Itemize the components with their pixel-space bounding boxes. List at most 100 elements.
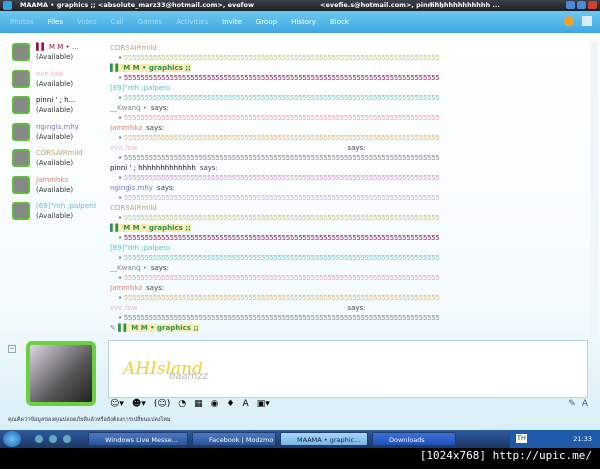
nav-activities: Activities bbox=[176, 18, 209, 26]
message-text: 5555555555555555555555555555555555555555… bbox=[110, 213, 590, 223]
message-header: eve.fow says: bbox=[110, 303, 590, 313]
contact-status: (Available) bbox=[36, 132, 74, 141]
chat-scrollbar[interactable] bbox=[590, 41, 598, 336]
nav-block[interactable]: Block bbox=[330, 18, 349, 26]
message-text: 5555555555555555555555555555555555555555… bbox=[110, 153, 590, 163]
collapse-button[interactable]: − bbox=[8, 345, 16, 353]
contact-avatar bbox=[12, 96, 30, 114]
sender-name: ▌▌ M M • graphics ;; bbox=[110, 224, 191, 232]
language-indicator[interactable]: TH bbox=[516, 434, 527, 443]
message-header: eve.fow says: bbox=[110, 143, 590, 153]
typing-name: ▌▌ M M • graphics ;; bbox=[118, 324, 199, 332]
nav-group[interactable]: Group bbox=[256, 18, 277, 26]
message-text: 5555555555555555555555555555555555555555… bbox=[110, 53, 590, 63]
nav-call: Call bbox=[110, 18, 124, 26]
flame-icon[interactable] bbox=[564, 16, 574, 26]
background-icon[interactable]: ▦ bbox=[194, 399, 203, 409]
wink-icon[interactable]: ☻▾ bbox=[132, 399, 146, 409]
message-text: 5555555555555555555555555555555555555555… bbox=[110, 173, 590, 183]
contact-item[interactable]: ▌▌ M M • ... (Available) bbox=[8, 41, 106, 68]
typing-indicator: ✎ ▌▌ M M • graphics ;; bbox=[110, 323, 590, 333]
contact-name: eve.fow bbox=[36, 69, 64, 78]
quicklaunch-ie-icon[interactable] bbox=[35, 435, 43, 443]
clock[interactable]: 21:33 bbox=[573, 435, 592, 443]
font-icon[interactable]: A bbox=[243, 399, 249, 409]
contact-item[interactable]: CORSAIRmild (Available) bbox=[8, 147, 106, 174]
contact-item[interactable]: Jammhkz (Available) bbox=[8, 174, 106, 201]
my-avatar[interactable] bbox=[26, 341, 96, 406]
image-icon[interactable]: ◉ bbox=[211, 399, 219, 409]
watermark: [1024x768] http://upic.me/ bbox=[419, 449, 592, 462]
task-facebook[interactable]: Facebook | Modzmo ... bbox=[192, 432, 276, 446]
message-header: pinni ' ; hhhhhhhhhhhhh says: bbox=[110, 163, 590, 173]
contact-name: Jammhkz bbox=[36, 175, 69, 184]
says-label: says: bbox=[150, 264, 169, 272]
contact-item[interactable]: eve.fow (Available) bbox=[8, 68, 106, 95]
message-header: [69]°mh ;palpero bbox=[110, 243, 590, 253]
menu-icon[interactable] bbox=[582, 16, 592, 26]
picture-icon[interactable]: ▣▾ bbox=[257, 399, 270, 409]
task-conversation[interactable]: MAAMA • graphic... bbox=[280, 432, 368, 446]
says-label: says: bbox=[146, 284, 165, 292]
contact-name: pinni ' ; h... bbox=[36, 96, 76, 104]
message-input[interactable]: AHIsland baamzz bbox=[108, 340, 588, 398]
emoticon-icon[interactable]: ☺▾ bbox=[110, 399, 124, 409]
message-text: 5555555555555555555555555555555555555555… bbox=[110, 273, 590, 283]
nav-history[interactable]: History bbox=[291, 18, 316, 26]
status-message: คุณคิดว่าข้อมูลของคุณปลอดภัยดีแล้วหรือยั… bbox=[8, 417, 171, 423]
close-button[interactable] bbox=[588, 1, 597, 9]
sender-name: ▌▌ M M • graphics ;; bbox=[110, 64, 191, 72]
task-messenger[interactable]: Windows Live Messe... bbox=[88, 432, 188, 446]
taskbar: Windows Live Messe... Facebook | Modzmo … bbox=[0, 430, 600, 448]
task-downloads[interactable]: Downloads bbox=[372, 432, 456, 446]
quicklaunch-desktop-icon[interactable] bbox=[63, 435, 71, 443]
sender-name: __Kwanq • bbox=[110, 104, 147, 112]
says-label: says: bbox=[150, 104, 169, 112]
contact-item[interactable]: ngingis.mhy (Available) bbox=[8, 121, 106, 148]
handwriting-icon[interactable]: ✎ bbox=[568, 399, 576, 409]
contact-status: (Available) bbox=[36, 79, 74, 88]
window-title: MAAMA • graphics ;; <absolute_marz33@hot… bbox=[20, 1, 254, 9]
says-label: says: bbox=[199, 164, 218, 172]
message-text: 5555555555555555555555555555555555555555… bbox=[110, 233, 590, 243]
message-header: __Kwanq • says: bbox=[110, 103, 590, 113]
nav-games: Games bbox=[137, 18, 163, 26]
nudge-icon[interactable]: (☺) bbox=[154, 399, 170, 409]
contact-avatar bbox=[12, 149, 30, 167]
games-icon[interactable]: ♦ bbox=[226, 399, 234, 409]
sender-name: CORSAIRmild bbox=[110, 44, 157, 52]
contact-name: CORSAIRmild bbox=[36, 149, 83, 157]
chat-history: CORSAIRmild55555555555555555555555555555… bbox=[110, 43, 590, 333]
message-header: CORSAIRmild bbox=[110, 43, 590, 53]
contact-item[interactable]: [69]°mh ;palpero (Available) bbox=[8, 200, 106, 227]
contact-status: (Available) bbox=[36, 159, 74, 167]
contact-name: ▌▌ M M • ... bbox=[36, 43, 79, 51]
message-header: ▌▌ M M • graphics ;; bbox=[110, 223, 590, 233]
says-label: says: bbox=[347, 144, 366, 152]
message-text: 5555555555555555555555555555555555555555… bbox=[110, 93, 590, 103]
maximize-button[interactable] bbox=[577, 1, 586, 9]
quicklaunch-app-icon[interactable] bbox=[49, 435, 57, 443]
sender-name: pinni ' ; hhhhhhhhhhhhh bbox=[110, 164, 196, 172]
messenger-icon bbox=[3, 1, 12, 10]
message-text: 5555555555555555555555555555555555555555… bbox=[110, 293, 590, 303]
sender-name: eve.fow bbox=[110, 304, 138, 312]
contact-item[interactable]: pinni ' ; h... (Available) bbox=[8, 94, 106, 121]
contact-name: ngingis.mhy bbox=[36, 122, 79, 131]
minimize-button[interactable] bbox=[566, 1, 575, 9]
sender-name: [69]°mh ;palpero bbox=[110, 84, 171, 92]
nav-invite[interactable]: Invite bbox=[222, 18, 242, 26]
nav-photos: Photos bbox=[10, 18, 34, 26]
start-button[interactable] bbox=[3, 431, 21, 447]
message-header: __Kwanq • says: bbox=[110, 263, 590, 273]
contact-name: [69]°mh ;palpero bbox=[36, 202, 97, 210]
voice-clip-icon[interactable]: ◔ bbox=[178, 399, 186, 409]
message-text: 5555555555555555555555555555555555555555… bbox=[110, 113, 590, 123]
type-icon[interactable]: A bbox=[582, 399, 588, 409]
sender-name: Jammhkz bbox=[110, 124, 143, 132]
says-label: says: bbox=[156, 184, 176, 192]
message-text: 5555555555555555555555555555555555555555… bbox=[110, 133, 590, 143]
sender-name: __Kwanq • bbox=[110, 264, 147, 272]
contact-status: (Available) bbox=[36, 106, 74, 114]
nav-files[interactable]: Files bbox=[48, 18, 63, 26]
